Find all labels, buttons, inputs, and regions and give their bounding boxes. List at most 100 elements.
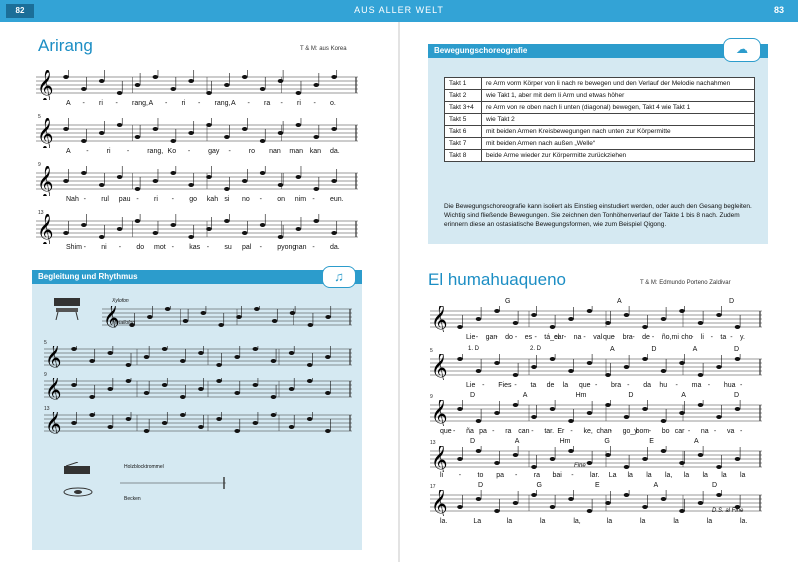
- lyric-syllable: car: [554, 334, 564, 341]
- chord-symbol: A: [681, 392, 686, 399]
- chord-symbol: D: [712, 482, 718, 489]
- svg-text:𝄞: 𝄞: [45, 378, 62, 400]
- lyric-syllable: li: [700, 334, 704, 341]
- humahuaqueno-staff-3: 𝄞: [430, 400, 762, 426]
- lyric-syllable: -: [313, 100, 316, 107]
- lyric-syllable: da.: [330, 148, 340, 155]
- choreo-takt: Takt 8: [444, 149, 482, 162]
- svg-text:𝄞: 𝄞: [45, 412, 62, 434]
- lyric-syllable: A: [66, 100, 71, 107]
- lyric-syllable: que: [440, 428, 452, 435]
- lyric-syllable: eun.: [330, 196, 344, 203]
- lyric-syllable: ra: [264, 100, 271, 107]
- svg-text:𝄞: 𝄞: [431, 490, 448, 516]
- begleitung-header-text: Begleitung und Rhythmus: [38, 272, 138, 281]
- lyric-syllable: bra: [622, 334, 633, 341]
- lyric-syllable: -: [482, 382, 485, 389]
- lyric-syllable: gay: [208, 148, 220, 155]
- lyric-syllable: -: [571, 472, 574, 479]
- lyric-syllable: ta: [720, 334, 727, 341]
- lyric-syllable: -: [187, 148, 191, 155]
- lyric-syllable: rang,: [132, 100, 148, 107]
- choreo-takt: Takt 7: [444, 137, 482, 150]
- svg-text:𝄞: 𝄞: [431, 446, 448, 472]
- xylophone-icon: [54, 298, 80, 320]
- lyric-syllable: mi: [671, 334, 679, 341]
- lyric-syllable: Lie: [466, 334, 476, 341]
- lyric-syllable: -: [115, 100, 118, 107]
- lyric-syllable: -: [514, 334, 518, 341]
- lyric-syllable: si: [224, 196, 230, 203]
- arirang-bar-5: 5: [38, 114, 41, 120]
- bewegung-panel: Bewegungschoreografie ☁ Takt 1 re Arm vor…: [428, 38, 768, 244]
- choreo-row: Takt 3+4 re Arm von re oben nach li unten…: [444, 101, 755, 114]
- lyric-syllable: la: [646, 472, 652, 479]
- lyric-syllable: la: [540, 518, 546, 525]
- choreo-takt: Takt 3+4: [444, 101, 482, 114]
- svg-text:𝄞: 𝄞: [103, 306, 120, 328]
- lyric-syllable: -: [247, 100, 250, 107]
- svg-text:𝄞: 𝄞: [37, 214, 54, 244]
- chord-symbol: G: [536, 482, 542, 489]
- volta-2: 2. D: [530, 346, 542, 352]
- lyric-syllable: nan: [294, 244, 307, 251]
- lyric-syllable: -: [740, 382, 743, 389]
- lyric-syllable: la: [706, 518, 713, 525]
- humahuaqueno-staff-2: 𝄞: [430, 354, 762, 380]
- begleitung-bar-9: 9: [44, 372, 47, 378]
- lyric-syllable: la: [683, 472, 690, 479]
- lyric-syllable: -: [534, 334, 537, 341]
- lyric-syllable: na: [573, 334, 582, 341]
- lyric-syllable: ri: [154, 196, 158, 203]
- lyric-syllable: su: [224, 244, 232, 251]
- arirang-staff-4: 𝄞: [36, 214, 358, 244]
- lyric-syllable: -: [707, 382, 711, 389]
- lyric-syllable: -: [514, 382, 517, 389]
- lyric-syllable: ma: [691, 382, 702, 389]
- lyric-syllable: Er: [557, 428, 565, 435]
- percussion-staff: [120, 477, 226, 489]
- lyric-syllable: ña: [466, 428, 474, 435]
- lyric-syllable: no: [242, 196, 250, 203]
- begleitung-staff-4: 𝄞: [44, 412, 352, 434]
- choreo-table: Takt 1 re Arm vorm Körper von li nach re …: [444, 77, 755, 162]
- lyric-syllable: nim: [294, 196, 307, 203]
- lyric-syllable: y.: [740, 334, 745, 341]
- arirang-staff-3: 𝄞: [36, 166, 358, 196]
- choreo-text: wie Takt 1, aber mit dem li Arm und etwa…: [481, 89, 755, 102]
- lyric-syllable: -: [583, 334, 586, 341]
- chord-symbol: A: [514, 438, 520, 445]
- svg-text:𝄞: 𝄞: [37, 118, 54, 148]
- fine-mark: Fine: [574, 463, 586, 469]
- chord-symbol: A: [610, 346, 615, 353]
- lyric-syllable: on: [277, 196, 285, 203]
- lyric-syllable: -: [492, 428, 495, 435]
- ds-al-fine-mark: D.S. al Fine: [712, 508, 744, 514]
- choreo-row: Takt 6 mit beiden Armen Kreisbewegungen n…: [444, 125, 755, 138]
- arirang-staff-1: 𝄞: [36, 70, 358, 100]
- lyric-syllable: -: [495, 334, 498, 341]
- bewegung-header: Bewegungschoreografie: [428, 44, 768, 58]
- choreo-takt: Takt 6: [444, 125, 482, 138]
- begleitung-panel: Begleitung und Rhythmus ♫ Xylofon Metall…: [32, 266, 362, 550]
- lyric-syllable: tar.: [544, 428, 555, 435]
- lyric-syllable: -: [691, 334, 694, 341]
- chord-symbol: D: [470, 438, 476, 445]
- humahuaqueno-title: El humahuaqueno: [428, 270, 567, 289]
- lyric-syllable: La: [473, 518, 482, 525]
- lyric-syllable: -: [687, 428, 691, 435]
- drum-icon: [64, 462, 90, 474]
- lyric-syllable: -: [198, 100, 201, 107]
- top-bar: 82 AUS ALLER WELT 83: [0, 0, 798, 22]
- lyric-syllable: la: [702, 472, 708, 479]
- chord-symbol: G: [505, 298, 511, 305]
- begleitung-bar-13: 13: [44, 406, 50, 412]
- lyric-syllable: -: [515, 472, 518, 479]
- lyric-syllable: la.: [440, 518, 448, 525]
- lyric-syllable: la.: [740, 518, 748, 525]
- lyric-syllable: ra: [505, 428, 512, 435]
- lyric-syllable: -: [609, 428, 612, 435]
- lyric-syllable: go: [189, 196, 197, 203]
- lyric-syllable: A: [148, 100, 154, 107]
- choreo-text: beide Arme wieder zur Körpermitte zurück…: [481, 149, 755, 162]
